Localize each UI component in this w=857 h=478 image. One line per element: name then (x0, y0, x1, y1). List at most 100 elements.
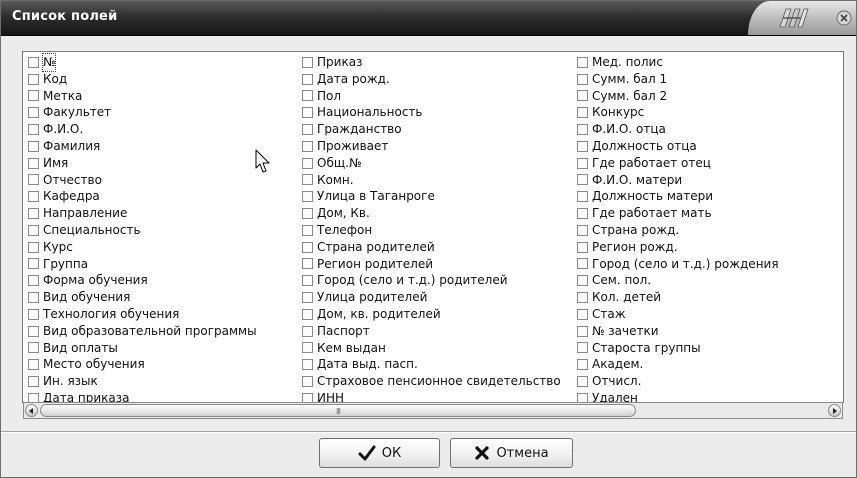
field-checkbox[interactable] (302, 107, 313, 119)
scroll-thumb[interactable]: III (40, 404, 636, 417)
field-checkbox[interactable] (577, 73, 588, 85)
field-checkbox-item[interactable]: Кем выдан (302, 340, 561, 357)
field-checkbox-item[interactable]: Академ. (577, 356, 779, 373)
field-checkbox[interactable] (302, 325, 313, 337)
field-checkbox[interactable] (577, 342, 588, 354)
field-checkbox[interactable] (28, 292, 39, 304)
field-checkbox[interactable] (577, 325, 588, 337)
field-checkbox-item[interactable]: Где работает отец (577, 155, 779, 172)
field-checkbox-item[interactable]: Сумм. бал 1 (577, 71, 779, 88)
field-checkbox-item[interactable]: Должность матери (577, 188, 779, 205)
field-checkbox[interactable] (577, 107, 588, 119)
field-checkbox-item[interactable]: Форма обучения (28, 272, 257, 289)
field-checkbox-item[interactable]: Телефон (302, 222, 561, 239)
field-checkbox[interactable] (302, 124, 313, 136)
field-checkbox[interactable] (577, 157, 588, 169)
field-checkbox-item[interactable]: Группа (28, 256, 257, 273)
field-checkbox-item[interactable]: Страховое пенсионное свидетельство (302, 373, 561, 390)
scroll-left-button[interactable] (25, 404, 38, 417)
field-checkbox-item[interactable]: Где работает мать (577, 205, 779, 222)
field-checkbox-item[interactable]: Улица в Таганроге (302, 188, 561, 205)
field-checkbox-item[interactable]: Код (28, 71, 257, 88)
field-checkbox-item[interactable]: Вид оплаты (28, 340, 257, 357)
field-checkbox-item[interactable]: Конкурс (577, 104, 779, 121)
field-checkbox-item[interactable]: Страна рожд. (577, 222, 779, 239)
field-checkbox[interactable] (302, 308, 313, 320)
field-checkbox-item[interactable]: Фамилия (28, 138, 257, 155)
field-checkbox[interactable] (28, 359, 39, 371)
field-checkbox[interactable] (577, 124, 588, 136)
field-checkbox[interactable] (28, 224, 39, 236)
close-icon[interactable] (836, 10, 852, 26)
field-checkbox-item[interactable]: Метка (28, 88, 257, 105)
field-checkbox[interactable] (302, 191, 313, 203)
field-checkbox-item[interactable]: Кол. детей (577, 289, 779, 306)
field-checkbox[interactable] (302, 224, 313, 236)
field-checkbox-item[interactable]: Вид образовательной программы (28, 323, 257, 340)
field-checkbox-item[interactable]: Общ.№ (302, 155, 561, 172)
field-checkbox[interactable] (577, 241, 588, 253)
field-checkbox[interactable] (577, 191, 588, 203)
field-checkbox[interactable] (28, 191, 39, 203)
field-checkbox[interactable] (577, 292, 588, 304)
field-checkbox[interactable] (28, 56, 39, 68)
field-checkbox[interactable] (302, 208, 313, 220)
field-checkbox[interactable] (302, 157, 313, 169)
field-checkbox-item[interactable]: Специальность (28, 222, 257, 239)
field-checkbox-item[interactable]: Улица родителей (302, 289, 561, 306)
field-checkbox[interactable] (577, 90, 588, 102)
title-bar[interactable]: Список полей (1, 1, 856, 36)
field-checkbox-item[interactable]: Факультет (28, 104, 257, 121)
field-checkbox[interactable] (577, 258, 588, 270)
field-checkbox-item[interactable]: Страна родителей (302, 239, 561, 256)
field-checkbox-item[interactable]: Регион рожд. (577, 239, 779, 256)
field-checkbox[interactable] (28, 308, 39, 320)
field-checkbox[interactable] (28, 258, 39, 270)
field-checkbox[interactable] (577, 275, 588, 287)
field-checkbox-item[interactable]: Сем. пол. (577, 272, 779, 289)
field-checkbox-item[interactable]: Регион родителей (302, 256, 561, 273)
field-checkbox[interactable] (28, 241, 39, 253)
field-checkbox-item[interactable]: Кафедра (28, 188, 257, 205)
field-checkbox[interactable] (28, 342, 39, 354)
field-checkbox[interactable] (28, 208, 39, 220)
field-checkbox-item[interactable]: Отчество (28, 172, 257, 189)
field-checkbox[interactable] (28, 157, 39, 169)
field-checkbox[interactable] (577, 376, 588, 388)
field-checkbox-item[interactable]: Староста группы (577, 340, 779, 357)
field-checkbox[interactable] (302, 56, 313, 68)
field-checkbox-item[interactable]: Мед. полис (577, 54, 779, 71)
field-checkbox[interactable] (302, 140, 313, 152)
field-checkbox[interactable] (28, 107, 39, 119)
field-checkbox-item[interactable]: Комн. (302, 172, 561, 189)
field-checkbox-item[interactable]: Пол (302, 88, 561, 105)
field-checkbox[interactable] (302, 359, 313, 371)
field-checkbox-item[interactable]: Место обучения (28, 356, 257, 373)
field-checkbox[interactable] (28, 124, 39, 136)
field-checkbox[interactable] (302, 376, 313, 388)
field-checkbox-item[interactable]: Вид обучения (28, 289, 257, 306)
field-checkbox-item[interactable]: Приказ (302, 54, 561, 71)
ok-button[interactable]: ОК (319, 438, 440, 468)
field-checkbox-item[interactable]: Дом, Кв. (302, 205, 561, 222)
field-checkbox-item[interactable]: Ф.И.О. матери (577, 172, 779, 189)
horizontal-scrollbar[interactable]: III (23, 402, 843, 419)
field-checkbox-item[interactable]: Стаж (577, 306, 779, 323)
field-checkbox[interactable] (28, 275, 39, 287)
field-checkbox-item[interactable]: Ин. язык (28, 373, 257, 390)
field-checkbox[interactable] (577, 140, 588, 152)
field-checkbox[interactable] (28, 90, 39, 102)
cancel-button[interactable]: Отмена (450, 438, 573, 468)
field-checkbox[interactable] (302, 292, 313, 304)
field-checkbox-item[interactable]: Должность отца (577, 138, 779, 155)
field-checkbox-item[interactable]: Отчисл. (577, 373, 779, 390)
field-checkbox[interactable] (28, 325, 39, 337)
field-checkbox[interactable] (302, 90, 313, 102)
field-checkbox-item[interactable]: Технология обучения (28, 306, 257, 323)
field-checkbox[interactable] (577, 174, 588, 186)
field-checkbox[interactable] (302, 258, 313, 270)
scroll-right-button[interactable] (828, 404, 841, 417)
field-checkbox[interactable] (302, 342, 313, 354)
field-checkbox[interactable] (577, 359, 588, 371)
field-checkbox-item[interactable]: Город (село и т.д.) родителей (302, 272, 561, 289)
